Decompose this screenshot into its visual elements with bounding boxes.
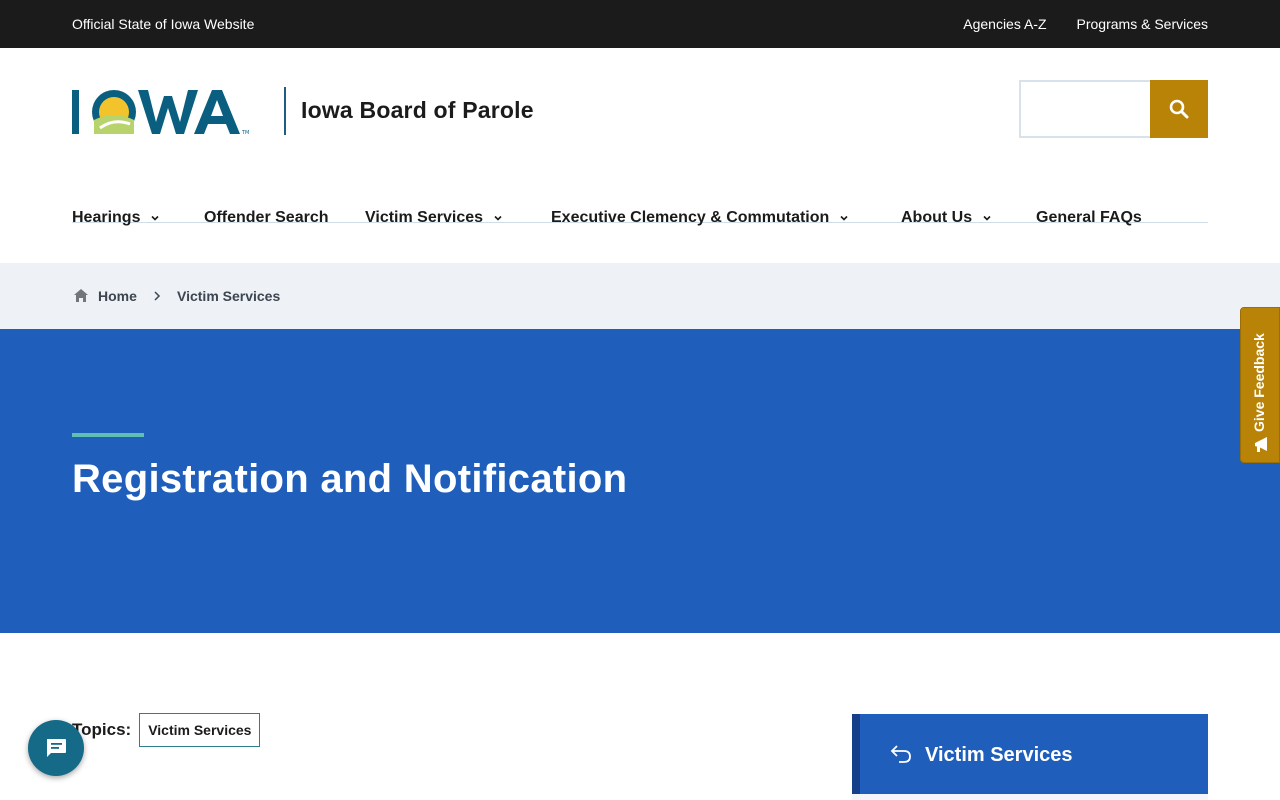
hero-accent-bar xyxy=(72,433,144,437)
nav-label: Hearings xyxy=(72,209,141,226)
chat-button[interactable] xyxy=(28,720,84,776)
search-icon xyxy=(1169,99,1189,119)
chat-icon xyxy=(47,739,66,757)
nav-label: Victim Services xyxy=(365,209,484,226)
utility-links: Agencies A-Z Programs & Services xyxy=(963,16,1208,32)
sidebar-title: Victim Services xyxy=(925,744,1073,766)
feedback-label: Give Feedback xyxy=(1251,333,1267,432)
programs-services-link[interactable]: Programs & Services xyxy=(1077,16,1208,32)
utility-bar: Official State of Iowa Website Agencies … xyxy=(0,0,1280,48)
main-nav: Hearings Offender Search Victim Services… xyxy=(72,175,1208,263)
logo-divider xyxy=(284,87,286,135)
nav-label: Executive Clemency & Commutation xyxy=(551,209,830,226)
agencies-az-link[interactable]: Agencies A-Z xyxy=(963,16,1046,32)
back-arrow-icon xyxy=(890,745,911,763)
official-site-label: Official State of Iowa Website xyxy=(72,16,255,32)
chevron-down-icon xyxy=(983,215,991,221)
breadcrumb-home-link[interactable]: Home xyxy=(98,288,137,304)
site-header: TM Iowa Board of Parole xyxy=(0,48,1280,223)
give-feedback-tab[interactable]: Give Feedback xyxy=(1240,307,1280,463)
chevron-down-icon xyxy=(840,215,848,221)
sidebar-divider xyxy=(852,794,1208,800)
breadcrumb: Home Victim Services xyxy=(0,263,1280,329)
topic-tag-victim-services[interactable]: Victim Services xyxy=(139,713,261,747)
page-hero: Registration and Notification xyxy=(0,329,1280,633)
nav-label: Offender Search xyxy=(204,209,329,226)
nav-item-about-us[interactable]: About Us xyxy=(901,209,992,227)
topics-row: Topics: Victim Services xyxy=(72,713,261,747)
iowa-logo[interactable]: TM xyxy=(72,88,272,138)
nav-label: About Us xyxy=(901,209,973,226)
svg-text:TM: TM xyxy=(241,130,249,136)
nav-item-hearings[interactable]: Hearings xyxy=(72,209,160,227)
nav-item-general-faqs[interactable]: General FAQs xyxy=(1036,209,1142,227)
megaphone-icon xyxy=(1255,437,1267,452)
home-icon[interactable] xyxy=(73,288,89,303)
nav-item-offender-search[interactable]: Offender Search xyxy=(204,209,328,227)
search-input[interactable] xyxy=(1019,80,1151,138)
page-title: Registration and Notification xyxy=(72,457,628,501)
nav-item-victim-services[interactable]: Victim Services xyxy=(365,209,503,227)
nav-item-executive-clemency[interactable]: Executive Clemency & Commutation xyxy=(551,209,849,227)
search-button[interactable] xyxy=(1150,80,1208,138)
nav-label: General FAQs xyxy=(1036,209,1142,226)
sidebar-section-nav[interactable]: Victim Services xyxy=(852,714,1208,800)
breadcrumb-current: Victim Services xyxy=(177,288,281,304)
chevron-right-icon xyxy=(154,291,161,301)
site-name[interactable]: Iowa Board of Parole xyxy=(301,97,534,124)
chevron-down-icon xyxy=(151,215,160,221)
chevron-down-icon xyxy=(494,215,502,221)
